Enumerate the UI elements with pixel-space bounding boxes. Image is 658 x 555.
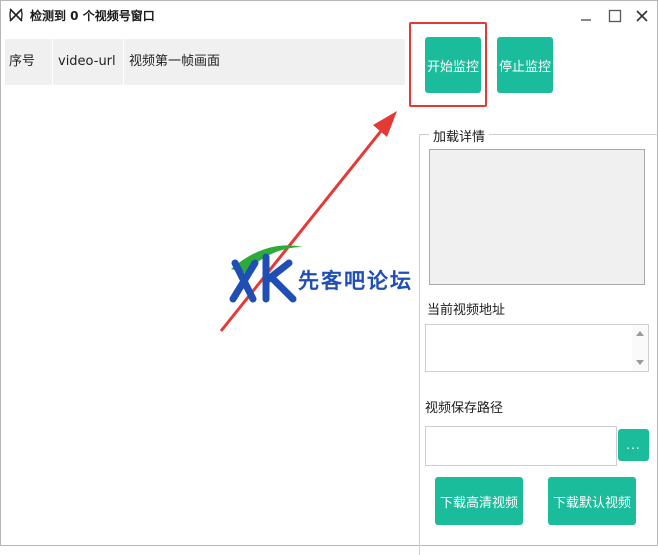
main-window: 检测到 0 个视频号窗口 序号 video-url 视频第一帧画面 开始监控 停… [0, 0, 658, 555]
red-arrow-icon [219, 111, 397, 332]
watermark-text: 先客吧论坛 [298, 268, 413, 293]
watermark-logo-icon [229, 245, 303, 303]
